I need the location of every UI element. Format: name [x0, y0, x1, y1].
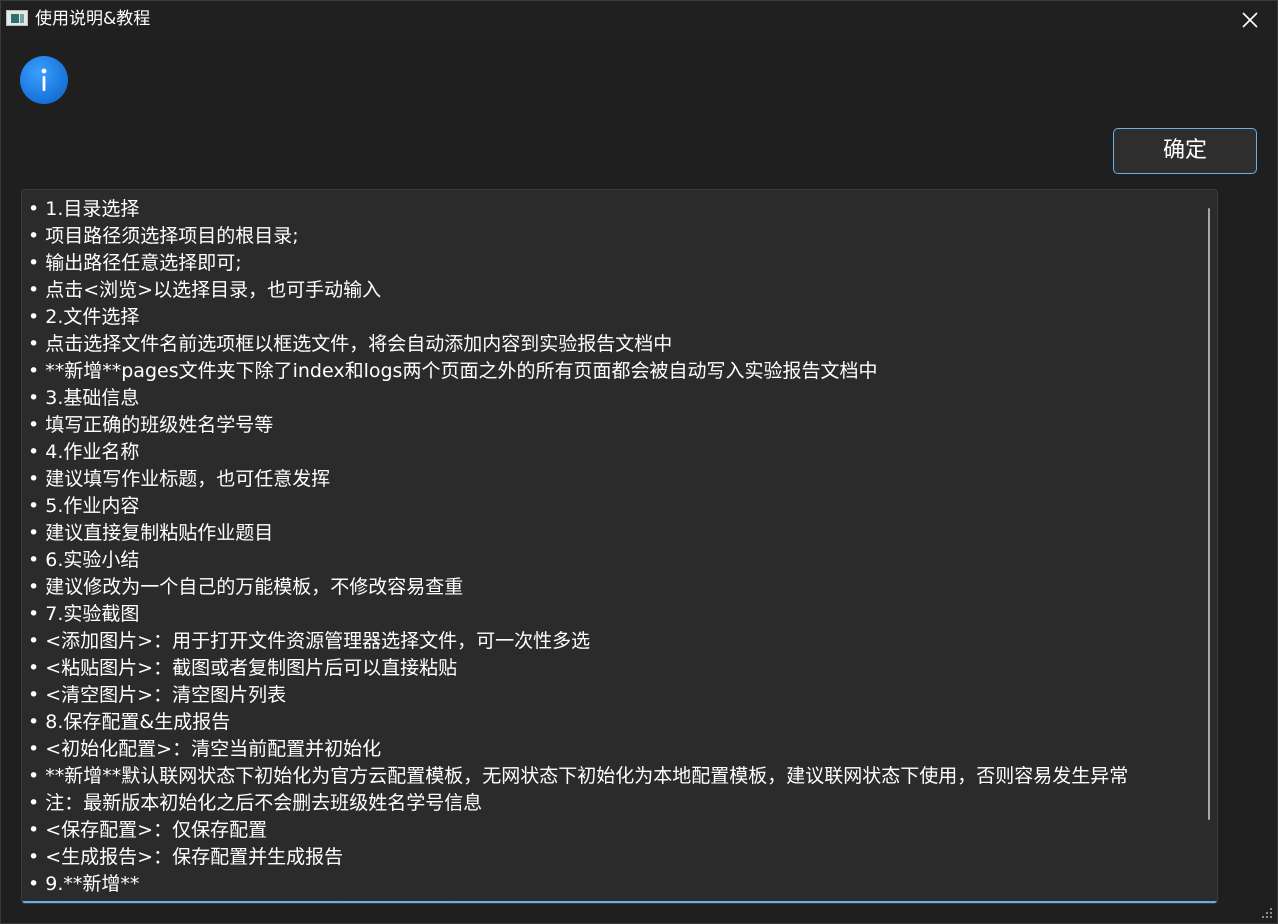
- focus-underline: [22, 901, 1217, 903]
- ok-button[interactable]: 确定: [1113, 128, 1257, 174]
- instruction-line: • 6.实验小结: [28, 549, 140, 571]
- instruction-line: • 2.文件选择: [28, 306, 140, 328]
- instruction-line: • <粘贴图片>：截图或者复制图片后可以直接粘贴: [28, 657, 458, 679]
- resize-grip-icon[interactable]: [1261, 907, 1273, 919]
- close-icon: [1242, 12, 1258, 28]
- window-title: 使用说明&教程: [35, 9, 151, 29]
- instruction-line: • 7.实验截图: [28, 603, 140, 625]
- instruction-line: • 1.目录选择: [28, 198, 140, 220]
- instruction-line: • <生成报告>：保存配置并生成报告: [28, 846, 344, 868]
- instruction-line: • <初始化配置>：清空当前配置并初始化: [28, 738, 382, 760]
- instruction-line: • 项目路径须选择项目的根目录;: [28, 225, 299, 247]
- instruction-line: • 点击<浏览>以选择目录，也可手动输入: [28, 279, 382, 301]
- instruction-line: • **新增**pages文件夹下除了index和logs两个页面之外的所有页面…: [28, 360, 878, 382]
- instruction-line: • 填写正确的班级姓名学号等: [28, 414, 274, 436]
- instructions-list: • 1.目录选择 • 项目路径须选择项目的根目录; • 输出路径任意选择即可; • 点…: [28, 196, 1129, 903]
- instruction-line: • 点击选择文件名前选项框以框选文件，将会自动添加内容到实验报告文档中: [28, 333, 673, 355]
- vertical-scrollbar[interactable]: [1208, 208, 1210, 820]
- instruction-line: • 4.作业名称: [28, 441, 140, 463]
- instructions-text-area[interactable]: • 1.目录选择 • 项目路径须选择项目的根目录; • 输出路径任意选择即可; • 点…: [21, 189, 1218, 904]
- instruction-line: • 注：最新版本初始化之后不会删去班级姓名学号信息: [28, 792, 483, 814]
- instruction-line: • 建议修改为一个自己的万能模板，不修改容易查重: [28, 576, 464, 598]
- instruction-line: • 建议填写作业标题，也可任意发挥: [28, 468, 331, 490]
- instruction-line: • 输出路径任意选择即可;: [28, 252, 242, 274]
- dialog-window: 使用说明&教程 确定 • 1.目录选择 • 项目路径须选择项目的根目录; • 输出路…: [0, 0, 1278, 924]
- instruction-line: • 建议直接复制粘贴作业题目: [28, 522, 274, 544]
- instruction-line: • <保存配置>：仅保存配置: [28, 819, 268, 841]
- instruction-line: • **新增**默认联网状态下初始化为官方云配置模板，无网状态下初始化为本地配置…: [28, 765, 1129, 787]
- instruction-line: • <清空图片>：清空图片列表: [28, 684, 287, 706]
- instruction-line: • 5.作业内容: [28, 495, 140, 517]
- app-icon: [6, 10, 28, 26]
- title-bar[interactable]: 使用说明&教程: [1, 1, 1277, 37]
- close-button[interactable]: [1223, 1, 1277, 37]
- instruction-line: • 9.**新增**: [28, 873, 140, 895]
- instruction-line: • <添加图片>：用于打开文件资源管理器选择文件，可一次性多选: [28, 630, 591, 652]
- instruction-line: • 3.基础信息: [28, 387, 140, 409]
- instruction-line: • 8.保存配置&生成报告: [28, 711, 231, 733]
- info-icon: [20, 56, 68, 104]
